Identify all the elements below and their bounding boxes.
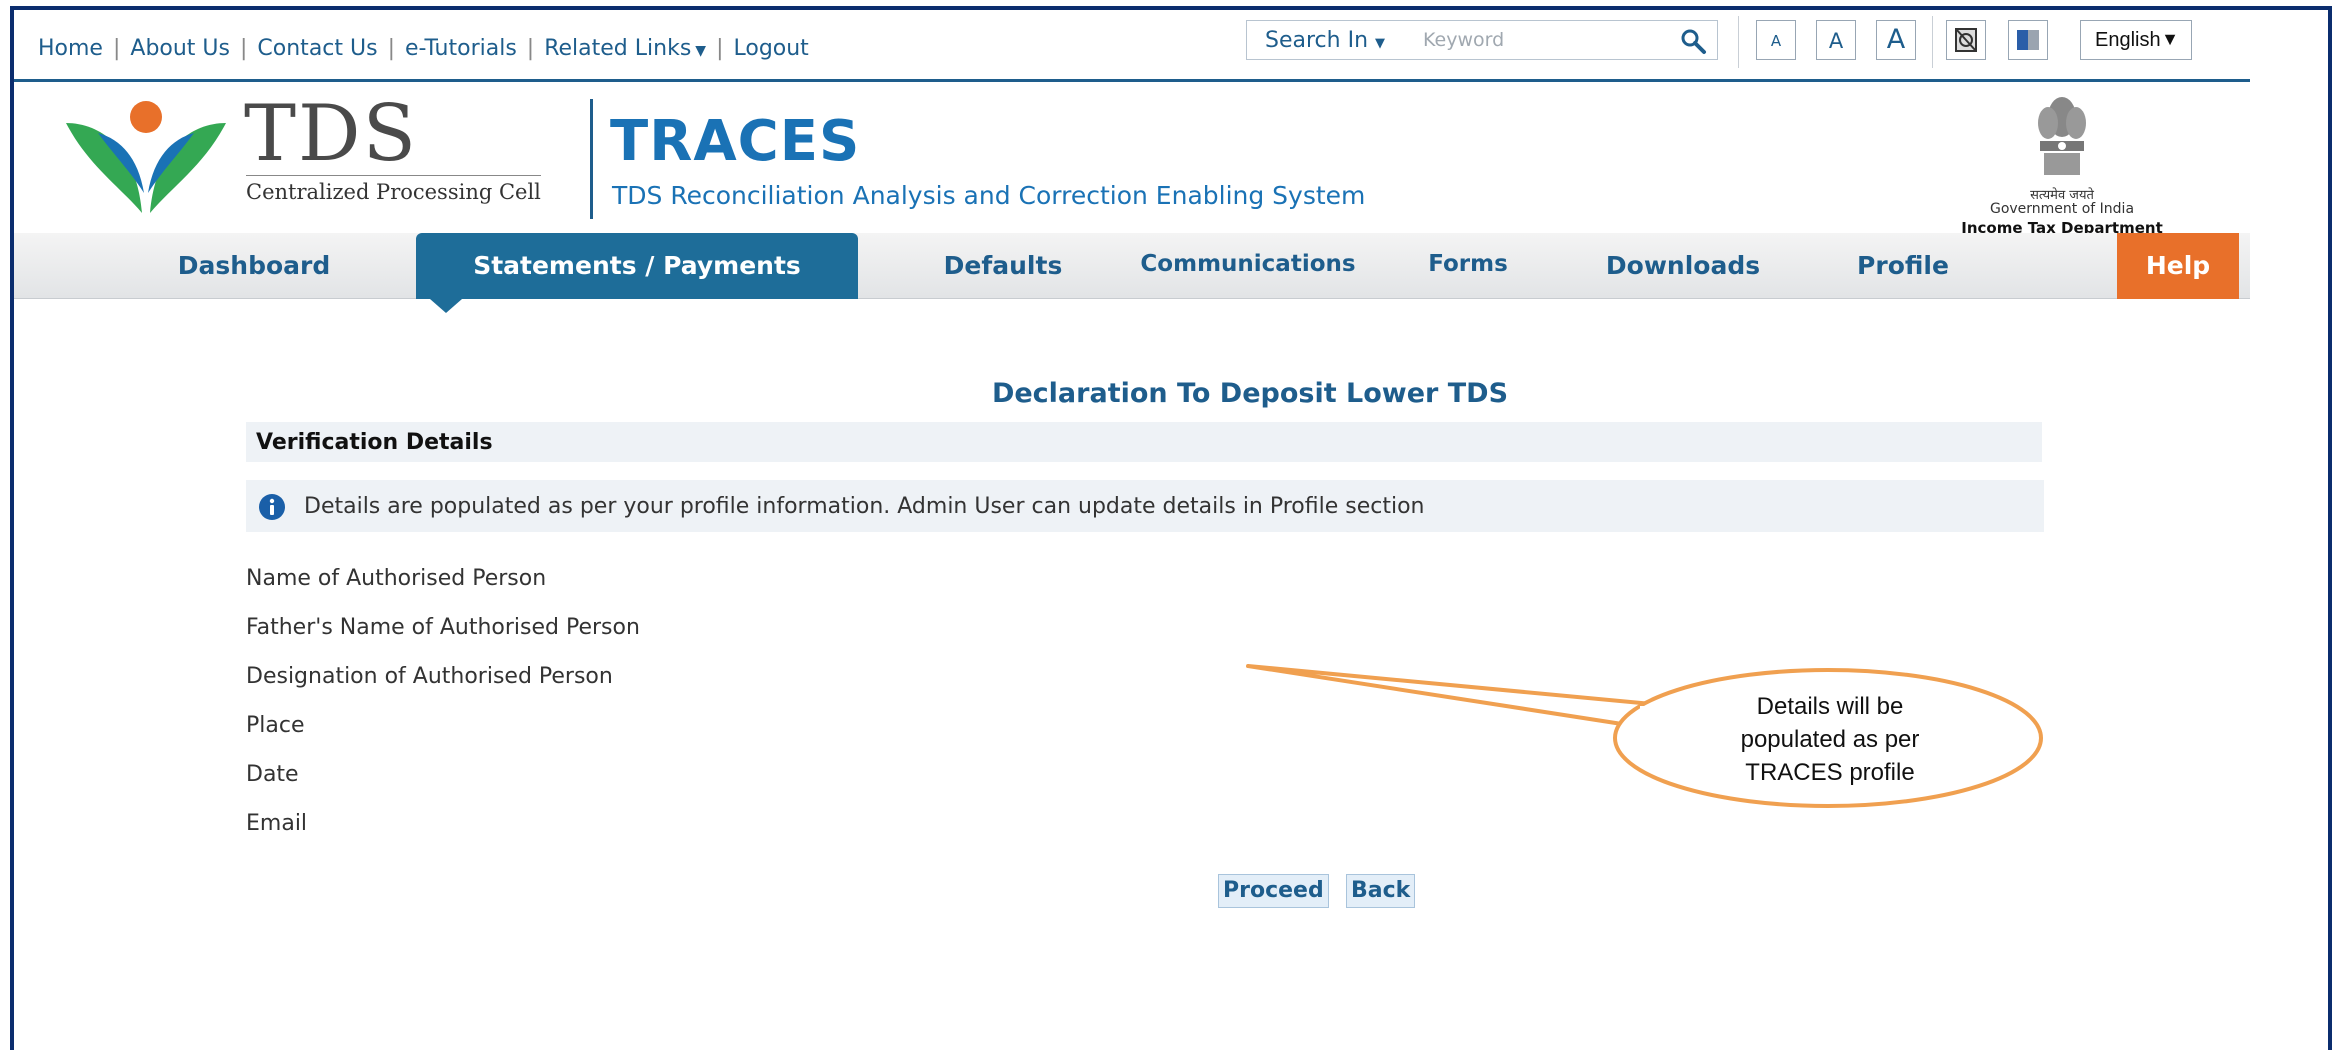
gov-name: Government of India bbox=[1989, 201, 2135, 217]
page-title: Declaration To Deposit Lower TDS bbox=[991, 378, 1509, 409]
frame-gap bbox=[14, 299, 24, 349]
font-size-large-button[interactable]: A bbox=[1876, 20, 1916, 60]
nav-downloads[interactable]: Downloads bbox=[1568, 233, 1798, 299]
info-message: Details are populated as per your profil… bbox=[246, 480, 2044, 532]
nav-help[interactable]: Help bbox=[2117, 233, 2239, 299]
site-header: TDS Centralized Processing Cell TRACES T… bbox=[14, 85, 2250, 237]
info-text: Details are populated as per your profil… bbox=[304, 494, 1425, 519]
app-title: TRACES bbox=[610, 109, 861, 174]
field-label-email: Email bbox=[246, 811, 308, 836]
home-link[interactable]: Home bbox=[38, 36, 103, 61]
font-size-small-button[interactable]: A bbox=[1756, 20, 1796, 60]
info-icon bbox=[259, 494, 285, 520]
field-label-authorised-name: Name of Authorised Person bbox=[246, 566, 547, 591]
top-links: Home | About Us | Contact Us | e-Tutorials | Rel… bbox=[38, 36, 809, 61]
nav-defaults[interactable]: Defaults bbox=[898, 233, 1108, 299]
nav-communications[interactable]: Communications bbox=[1128, 233, 1368, 299]
related-links-dropdown[interactable]: Related Links ▼ bbox=[544, 36, 706, 61]
e-tutorials-link[interactable]: e-Tutorials bbox=[405, 36, 517, 61]
language-select[interactable]: English ▼ bbox=[2080, 20, 2192, 60]
search-in-dropdown[interactable]: Search In ▼ bbox=[1265, 28, 1385, 53]
main-nav: Dashboard Statements / Payments Defaults… bbox=[14, 233, 2250, 299]
callout-line: TRACES profile bbox=[1745, 759, 1915, 786]
field-label-place: Place bbox=[246, 713, 305, 738]
search-input[interactable] bbox=[1423, 25, 1663, 55]
font-size-medium-button[interactable]: A bbox=[1816, 20, 1856, 60]
search-box: Search In ▼ bbox=[1246, 20, 1718, 60]
high-contrast-button[interactable] bbox=[1946, 20, 1986, 60]
toolbar-divider bbox=[1932, 16, 1933, 68]
print-icon bbox=[1955, 28, 1977, 52]
field-label-date: Date bbox=[246, 762, 299, 787]
active-tab-pointer bbox=[430, 299, 462, 313]
nav-dashboard[interactable]: Dashboard bbox=[134, 233, 374, 299]
nav-profile[interactable]: Profile bbox=[1818, 233, 1988, 299]
color-theme-button[interactable] bbox=[2008, 20, 2048, 60]
toolbar-divider bbox=[1738, 16, 1739, 68]
brand-divider bbox=[590, 99, 593, 219]
back-button[interactable]: Back bbox=[1346, 874, 1416, 908]
tds-logo-subtitle: Centralized Processing Cell bbox=[246, 175, 541, 204]
app-subtitle: TDS Reconciliation Analysis and Correcti… bbox=[612, 181, 1366, 210]
national-emblem-icon bbox=[2038, 97, 2086, 175]
callout-line: Details will be bbox=[1756, 693, 1904, 720]
search-icon[interactable] bbox=[1679, 27, 1707, 55]
field-label-designation: Designation of Authorised Person bbox=[246, 664, 613, 689]
logout-link[interactable]: Logout bbox=[733, 36, 808, 61]
caret-down-icon: ▼ bbox=[1375, 36, 1386, 51]
proceed-button[interactable]: Proceed bbox=[1218, 874, 1329, 908]
callout-text: Details will be populated as per TRACES … bbox=[1640, 690, 2020, 789]
caret-down-icon: ▼ bbox=[695, 43, 707, 59]
tds-logo-icon bbox=[66, 101, 226, 213]
tds-logo-text: TDS bbox=[244, 89, 418, 179]
callout-line: populated as per bbox=[1740, 726, 1920, 753]
field-label-father-name: Father's Name of Authorised Person bbox=[246, 615, 640, 640]
contact-us-link[interactable]: Contact Us bbox=[257, 36, 377, 61]
related-links-label: Related Links bbox=[544, 36, 692, 61]
section-header: Verification Details bbox=[246, 422, 2042, 462]
about-us-link[interactable]: About Us bbox=[130, 36, 230, 61]
nav-statements-payments[interactable]: Statements / Payments bbox=[416, 233, 858, 299]
nav-forms[interactable]: Forms bbox=[1388, 233, 1548, 299]
language-label: English bbox=[2095, 29, 2161, 51]
theme-icon bbox=[2017, 30, 2039, 50]
section-title: Verification Details bbox=[256, 430, 493, 455]
search-in-label: Search In bbox=[1265, 28, 1369, 53]
caret-down-icon: ▼ bbox=[2161, 29, 2179, 49]
